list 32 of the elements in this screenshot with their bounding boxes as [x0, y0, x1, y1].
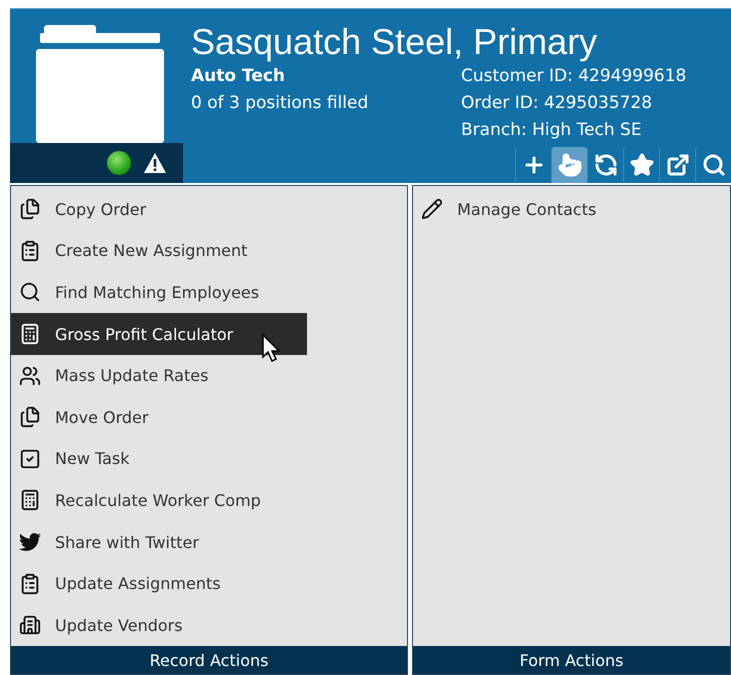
action-item[interactable]: Find Matching Employees — [11, 272, 307, 314]
action-item[interactable]: Update Vendors — [11, 604, 307, 646]
action-item[interactable]: Copy Order — [11, 188, 307, 230]
hand-pointer-icon — [558, 153, 582, 178]
action-item[interactable]: New Task — [11, 438, 307, 480]
action-item[interactable]: Share with Twitter — [11, 521, 307, 563]
record-detail: Order ID: 4295035728 — [461, 92, 654, 115]
action-item[interactable]: Mass Update Rates — [11, 354, 307, 396]
positions-filled: 0 of 3 positions filled — [191, 92, 370, 115]
folder-icon — [36, 25, 166, 144]
cursor-icon — [261, 333, 283, 364]
record-title: Sasquatch Steel, Primary — [191, 21, 598, 63]
status-dot-icon — [107, 151, 131, 176]
action-item[interactable]: Recalculate Worker Comp — [11, 480, 307, 522]
record-detail: Branch: High Tech SE — [461, 119, 643, 142]
panel-title: Record Actions — [11, 646, 408, 674]
record-detail: Customer ID: 4294999618 — [461, 65, 688, 88]
search-icon — [702, 153, 726, 178]
people-icon — [17, 364, 43, 387]
panel-title: Form Actions — [413, 646, 730, 674]
action-item[interactable]: Move Order — [11, 396, 307, 438]
external-link-icon — [666, 153, 690, 178]
refresh-icon — [594, 153, 618, 178]
twitter-icon — [17, 531, 43, 554]
star-icon — [630, 153, 654, 178]
job-title: Auto Tech — [191, 65, 286, 88]
action-item[interactable]: Manage Contacts — [413, 188, 710, 230]
toolbar-button[interactable] — [551, 147, 587, 184]
warning-icon — [143, 152, 167, 174]
buildings-icon — [17, 614, 43, 636]
action-item[interactable]: Update Assignments — [11, 562, 307, 604]
action-item[interactable]: Create New Assignment — [11, 230, 307, 272]
